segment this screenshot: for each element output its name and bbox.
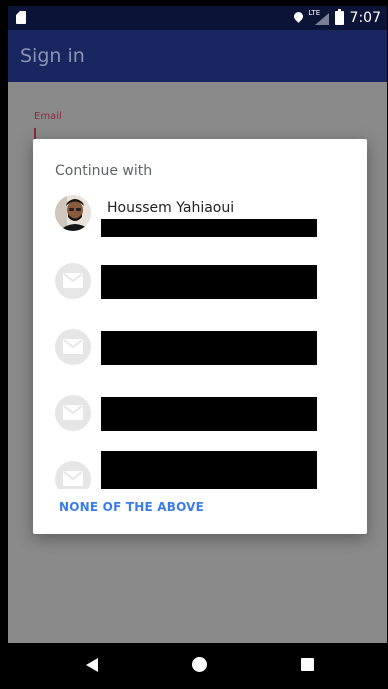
recents-icon[interactable] [301, 658, 314, 671]
account-item[interactable] [33, 383, 367, 443]
redacted-email [101, 451, 317, 489]
account-item[interactable] [33, 251, 367, 311]
page-title: Sign in [20, 45, 85, 67]
back-icon[interactable] [86, 658, 98, 672]
none-of-the-above-button[interactable]: NONE OF THE ABOVE [59, 500, 204, 514]
profile-photo-icon [55, 195, 91, 231]
redacted-email [101, 331, 317, 365]
envelope-glyph [63, 339, 83, 354]
navigation-bar [8, 643, 387, 689]
battery-icon [334, 9, 344, 25]
mail-icon [55, 329, 91, 365]
app-bar: Sign in [8, 30, 387, 82]
account-picker-dialog: Continue with Houssem Yahiaoui NONE OF T… [33, 139, 367, 534]
redacted-email [101, 219, 317, 237]
envelope-glyph [63, 405, 83, 420]
envelope-glyph [63, 273, 83, 288]
redacted-email [101, 265, 317, 299]
account-item[interactable] [33, 317, 367, 377]
mail-icon [55, 461, 91, 489]
avatar [55, 195, 91, 231]
account-list[interactable]: Houssem Yahiaoui [33, 187, 367, 489]
account-item[interactable] [33, 439, 367, 489]
signal-triangle [314, 13, 329, 25]
account-name: Houssem Yahiaoui [107, 200, 235, 216]
redacted-email [101, 397, 317, 431]
email-field-label: Email [34, 111, 62, 122]
envelope-glyph [63, 471, 83, 486]
status-time: 7:07 [349, 10, 381, 26]
screen: LTE 7:07 Sign in Email Continue with Hou… [0, 0, 388, 689]
home-icon[interactable] [192, 657, 207, 672]
dialog-title: Continue with [55, 163, 153, 179]
status-icons: LTE 7:07 [294, 6, 381, 30]
lte-signal-icon: LTE [309, 9, 329, 25]
location-icon [294, 12, 303, 24]
account-item[interactable]: Houssem Yahiaoui [33, 187, 367, 247]
mail-icon [55, 395, 91, 431]
status-bar: LTE 7:07 [8, 6, 387, 30]
sd-card-icon [16, 11, 26, 24]
mail-icon [55, 263, 91, 299]
